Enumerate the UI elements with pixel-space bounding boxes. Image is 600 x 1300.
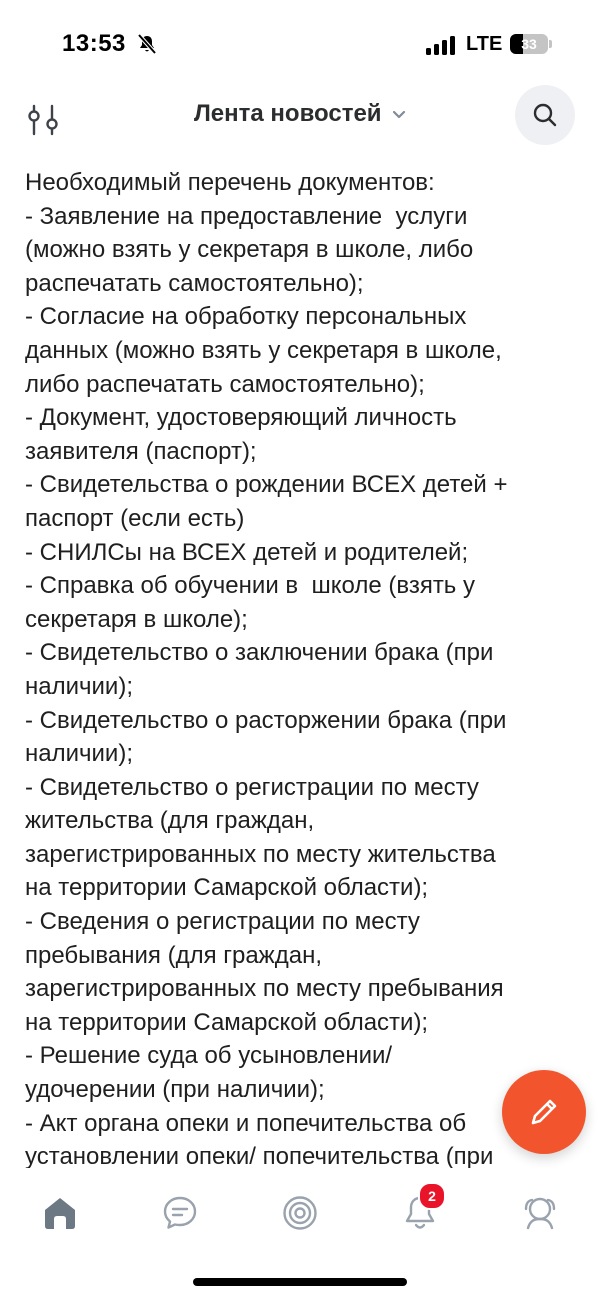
tab-messenger[interactable] bbox=[150, 1188, 210, 1238]
post-text-line: - Сведения о регистрации по месту bbox=[25, 908, 420, 936]
post-text-line: установлении опеки/ попечительства (при bbox=[25, 1143, 494, 1168]
post-text-line: жительства (для граждан, bbox=[25, 807, 315, 835]
post-text-line: - Свидетельство о заключении брака (при bbox=[25, 639, 494, 667]
post-text-line: заявителя (паспорт); bbox=[25, 437, 257, 465]
post-text-line: зарегистрированных по месту жительства bbox=[25, 840, 496, 868]
network-type: LTE bbox=[466, 33, 503, 55]
tab-notifications[interactable]: 2 bbox=[390, 1182, 450, 1238]
chevron-down-icon bbox=[392, 107, 406, 121]
post-text-line: на территории Самарской области); bbox=[25, 874, 429, 902]
post-text-line: (можно взять у секретаря в школе, либо bbox=[25, 236, 474, 264]
battery-level: 33 bbox=[521, 36, 537, 52]
post-text-line: - Заявление на предоставление услуги bbox=[25, 202, 468, 230]
post-text-line: удочерении (при наличии); bbox=[25, 1076, 325, 1104]
post-text-line: паспорт (если есть) bbox=[25, 504, 245, 532]
post-text-line: - Документ, удостоверяющий личность bbox=[25, 404, 457, 432]
feed-selector[interactable]: Лента новостей bbox=[0, 100, 600, 128]
tab-news[interactable] bbox=[30, 1188, 90, 1238]
post-text-line: зарегистрированных по месту пребывания bbox=[25, 975, 504, 1003]
create-post-button[interactable] bbox=[502, 1070, 586, 1154]
post-text-line: - Согласие на обработку персональных bbox=[25, 303, 467, 331]
status-time: 13:53 bbox=[62, 30, 126, 57]
post-text-line: данных (можно взять у секретаря в школе, bbox=[25, 336, 502, 364]
post-text-line: наличии); bbox=[25, 672, 133, 700]
search-button[interactable] bbox=[515, 85, 575, 145]
home-indicator bbox=[193, 1278, 407, 1286]
post-text-line: секретаря в школе); bbox=[25, 605, 248, 633]
page-title: Лента новостей bbox=[193, 100, 382, 127]
bell-slash-icon bbox=[136, 33, 158, 55]
post-text-line: - Справка об обучении в школе (взять у bbox=[25, 572, 475, 600]
tab-services[interactable] bbox=[510, 1188, 570, 1238]
post-text-line: - СНИЛСы на ВСЕХ детей и родителей; bbox=[25, 538, 469, 566]
sliders-icon bbox=[20, 104, 68, 148]
post-text-line: на территории Самарской области); bbox=[25, 1008, 429, 1036]
battery-tip bbox=[549, 40, 552, 48]
status-bar: 13:53 LTE 33 bbox=[0, 0, 600, 80]
battery-indicator: 33 bbox=[510, 34, 548, 54]
post-text-line: - Акт органа опеки и попечительства об bbox=[25, 1109, 467, 1137]
post-text-line: Необходимый перечень документов: bbox=[25, 169, 435, 196]
post-text-line: - Свидетельство о регистрации по месту bbox=[25, 773, 479, 801]
notification-badge: 2 bbox=[418, 1182, 446, 1210]
post-text-line: либо распечатать самостоятельно); bbox=[25, 370, 425, 398]
post-text-line: - Свидетельство о расторжении брака (при bbox=[25, 706, 507, 734]
post-text-line: - Решение суда об усыновлении/ bbox=[25, 1042, 393, 1070]
cellular-signal-icon bbox=[426, 35, 458, 55]
post-text-line: распечатать самостоятельно); bbox=[25, 269, 364, 297]
tab-clips[interactable] bbox=[270, 1188, 330, 1238]
post-text-line: пребывания (для граждан, bbox=[25, 941, 323, 969]
post-text-line: наличии); bbox=[25, 740, 133, 768]
post-text: Необходимый перечень документов: - Заявле… bbox=[25, 166, 585, 1168]
header: Лента новостей bbox=[0, 80, 600, 160]
post-text-line: - Свидетельства о рождении ВСЕХ детей + bbox=[25, 471, 508, 499]
